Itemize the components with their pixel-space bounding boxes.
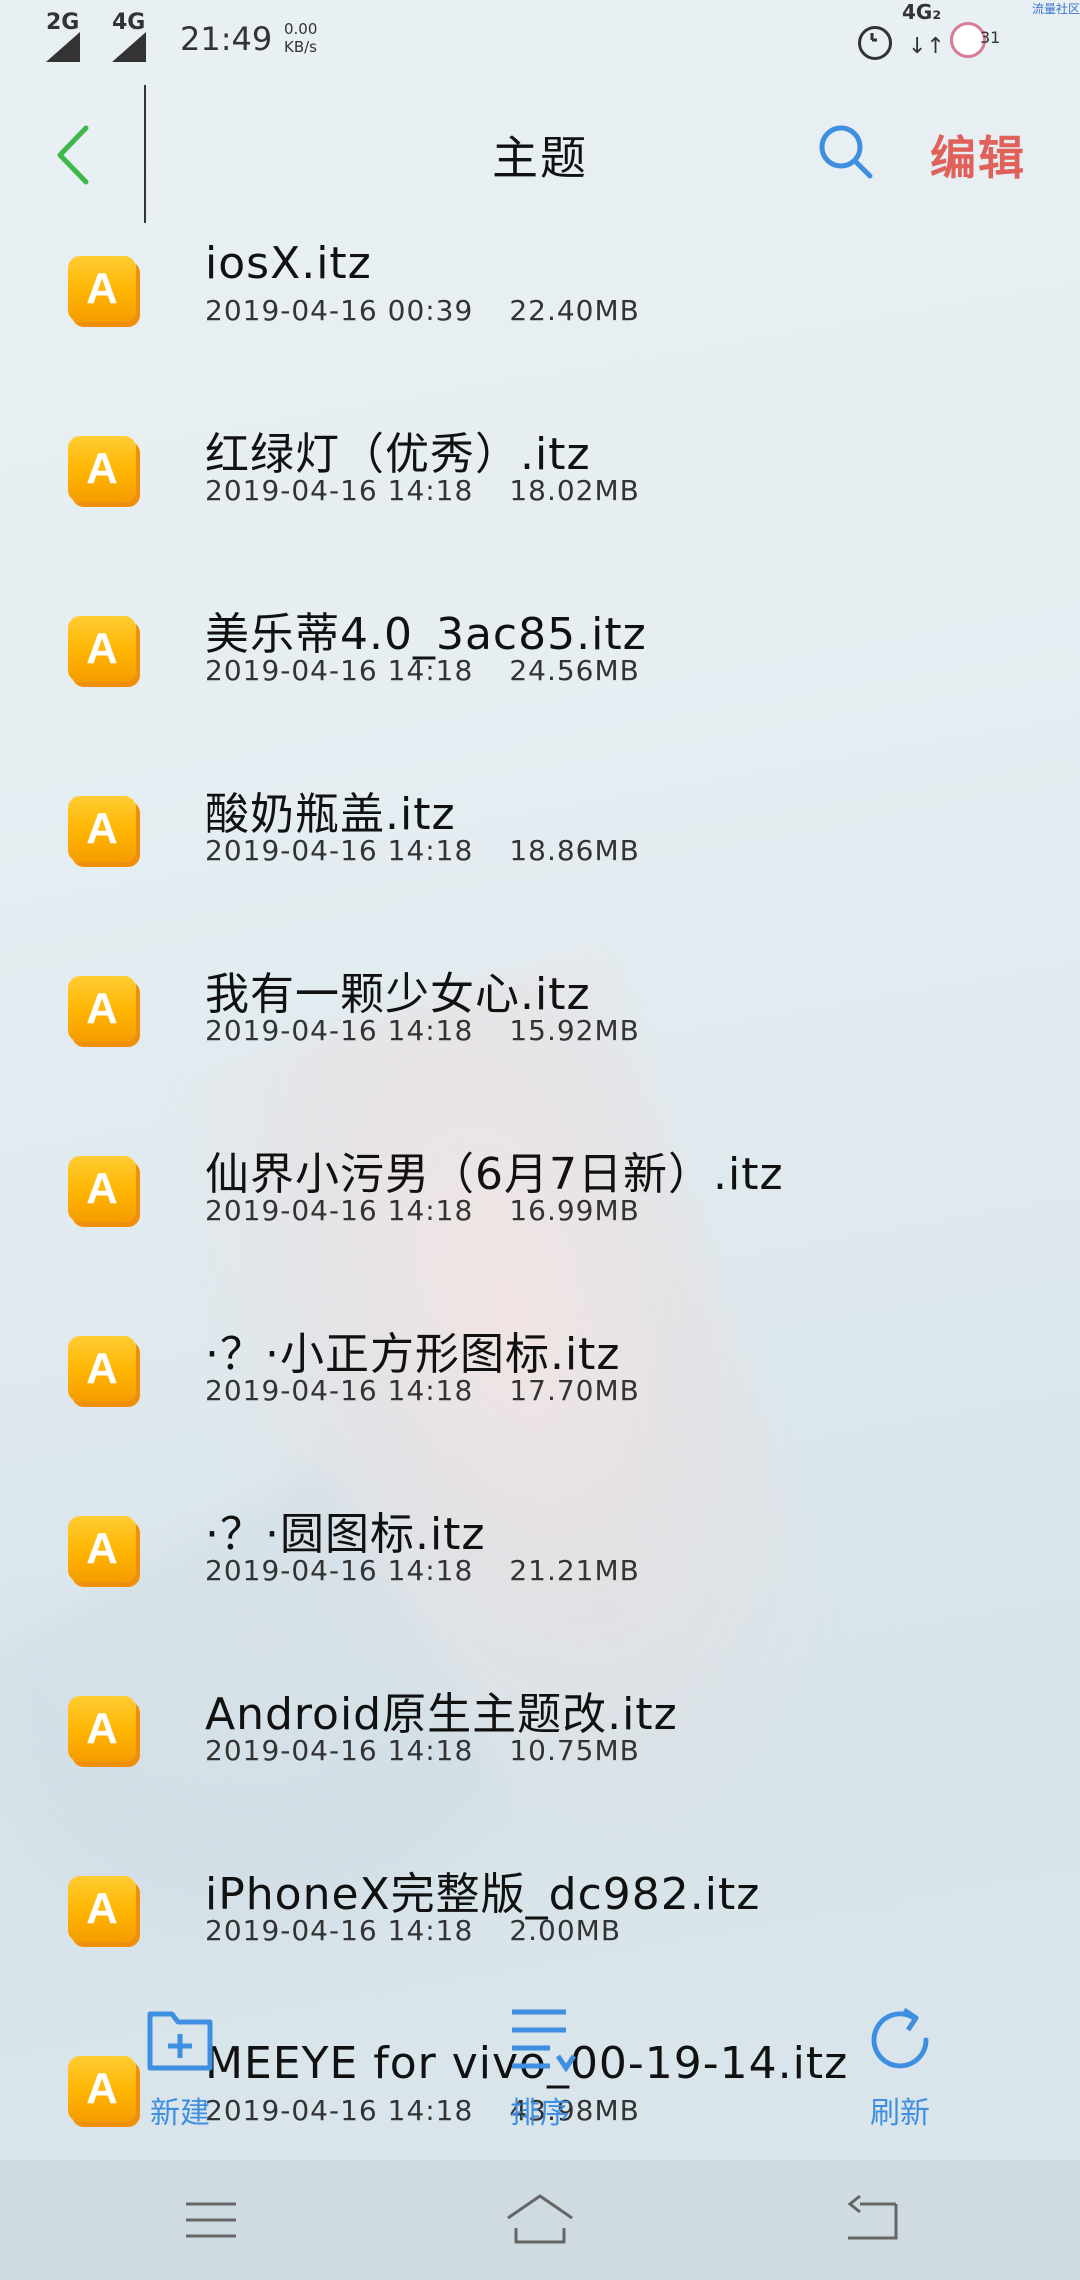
file-size: 18.02MB xyxy=(509,474,640,507)
file-name: 仙界小污男（6月7日新）.itz xyxy=(205,1149,784,1200)
home-button[interactable] xyxy=(500,2190,573,2250)
menu-button[interactable] xyxy=(176,2190,246,2250)
file-size: 2.00MB xyxy=(509,1914,622,1947)
file-name: iPhoneX完整版_dc982.itz xyxy=(205,1869,761,1920)
file-size: 15.92MB xyxy=(509,1014,640,1047)
file-row[interactable]: A ·？·圆图标.itz 2019-04-16 14:18 21.21MB xyxy=(0,1490,1080,1670)
file-row[interactable]: A Android原生主题改.itz 2019-04-16 14:18 10.75… xyxy=(0,1670,1080,1850)
corner-watermark: 流量社区 xyxy=(1031,2,1080,16)
battery-level: 31 xyxy=(980,28,1001,47)
new-label: 新建 xyxy=(150,2096,210,2131)
file-row[interactable]: A 酸奶瓶盖.itz 2019-04-16 14:18 18.86MB xyxy=(0,770,1080,950)
theme-file-icon: A xyxy=(68,256,136,322)
file-meta: 2019-04-16 14:18 24.56MB xyxy=(205,654,640,687)
network-speed: 0.00 KB/s xyxy=(284,20,317,56)
return-icon xyxy=(847,2194,898,2240)
file-date: 2019-04-16 14:18 xyxy=(205,1734,474,1767)
file-meta: 2019-04-16 00:39 22.40MB xyxy=(205,294,640,327)
file-name: 我有一颗少女心.itz xyxy=(205,969,591,1020)
theme-file-icon: A xyxy=(68,1336,136,1402)
file-row[interactable]: A ·？·小正方形图标.itz 2019-04-16 14:18 17.70MB xyxy=(0,1310,1080,1490)
file-date: 2019-04-16 14:18 xyxy=(205,2094,474,2127)
alarm-icon xyxy=(858,26,892,60)
refresh-label: 刷新 xyxy=(870,2096,930,2131)
file-date: 2019-04-16 14:18 xyxy=(205,834,474,867)
menu-icon xyxy=(186,2202,236,2238)
theme-file-icon: A xyxy=(68,436,136,502)
speed-value: 0.00 xyxy=(284,20,318,38)
file-date: 2019-04-16 14:18 xyxy=(205,1914,474,1947)
file-date: 2019-04-16 14:18 xyxy=(205,1194,474,1227)
file-size: 21.21MB xyxy=(509,1554,640,1587)
sim1-signal: 2G xyxy=(46,10,80,62)
file-size: 10.75MB xyxy=(509,1734,640,1767)
file-date: 2019-04-16 14:18 xyxy=(205,1374,474,1407)
navigation-bar xyxy=(0,2160,1080,2280)
edit-button[interactable]: 编辑 xyxy=(930,122,1026,188)
status-time: 21:49 xyxy=(180,20,273,58)
file-meta: 2019-04-16 14:18 15.92MB xyxy=(205,1014,640,1047)
file-meta: 2019-04-16 14:18 21.21MB xyxy=(205,1554,640,1587)
file-date: 2019-04-16 14:18 xyxy=(205,1014,474,1047)
sort-label: 排序 xyxy=(510,2096,570,2131)
status-bar: 2G 4G 21:49 0.00 KB/s 4G₂ ↓↑ 31 流量社区 xyxy=(0,0,1080,80)
battery-indicator: 31 xyxy=(950,22,1024,58)
file-size: 24.56MB xyxy=(509,654,640,687)
file-name: 红绿灯（优秀）.itz xyxy=(205,429,591,480)
file-name: 美乐蒂4.0_3ac85.itz xyxy=(205,609,647,660)
search-button[interactable] xyxy=(814,120,878,184)
file-row[interactable]: A iosX.itz 2019-04-16 00:39 22.40MB xyxy=(0,230,1080,410)
file-row[interactable]: A 红绿灯（优秀）.itz 2019-04-16 14:18 18.02MB xyxy=(0,410,1080,590)
file-meta: 2019-04-16 14:18 18.02MB xyxy=(205,474,640,507)
theme-file-icon: A xyxy=(68,1876,136,1942)
signal-icon xyxy=(112,32,146,62)
theme-file-icon: A xyxy=(68,1516,136,1582)
file-row[interactable]: A 我有一颗少女心.itz 2019-04-16 14:18 15.92MB xyxy=(0,950,1080,1130)
theme-file-icon: A xyxy=(68,796,136,862)
sort-button[interactable]: 排序 xyxy=(480,2000,600,2131)
file-date: 2019-04-16 14:18 xyxy=(205,1554,474,1587)
file-meta: 2019-04-16 14:18 2.00MB xyxy=(205,1914,621,1947)
new-folder-icon xyxy=(147,2011,213,2071)
new-button[interactable]: 新建 xyxy=(120,2000,240,2131)
refresh-icon xyxy=(871,2007,929,2069)
refresh-button[interactable]: 刷新 xyxy=(840,2000,960,2131)
file-meta: 2019-04-16 14:18 17.70MB xyxy=(205,1374,640,1407)
file-date: 2019-04-16 14:18 xyxy=(205,654,474,687)
page-title: 主题 xyxy=(492,131,588,185)
file-row[interactable]: A 美乐蒂4.0_3ac85.itz 2019-04-16 14:18 24.56… xyxy=(0,590,1080,770)
file-date: 2019-04-16 00:39 xyxy=(205,294,474,327)
file-size: 16.99MB xyxy=(509,1194,640,1227)
file-size: 22.40MB xyxy=(509,294,640,327)
file-name: Android原生主题改.itz xyxy=(205,1689,678,1740)
file-size: 18.86MB xyxy=(509,834,640,867)
signal-icon xyxy=(46,32,80,62)
home-icon xyxy=(507,2194,573,2244)
file-name: ·？·小正方形图标.itz xyxy=(205,1329,621,1380)
header: 主题 编辑 xyxy=(0,80,1080,230)
theme-file-icon: A xyxy=(68,616,136,682)
file-size: 17.70MB xyxy=(509,1374,640,1407)
file-meta: 2019-04-16 14:18 16.99MB xyxy=(205,1194,640,1227)
sim2-signal: 4G xyxy=(112,10,146,62)
search-icon xyxy=(819,125,873,179)
data-arrows-icon: ↓↑ xyxy=(908,34,945,59)
theme-file-icon: A xyxy=(68,1156,136,1222)
file-date: 2019-04-16 14:18 xyxy=(205,474,474,507)
return-button[interactable] xyxy=(836,2190,906,2250)
sort-icon xyxy=(512,2009,577,2073)
speed-unit: KB/s xyxy=(284,38,317,56)
file-name: ·？·圆图标.itz xyxy=(205,1509,486,1560)
file-row[interactable]: A 仙界小污男（6月7日新）.itz 2019-04-16 14:18 16.99… xyxy=(0,1130,1080,1310)
network-type: 4G₂ xyxy=(902,0,942,24)
file-meta: 2019-04-16 14:18 18.86MB xyxy=(205,834,640,867)
file-meta: 2019-04-16 14:18 10.75MB xyxy=(205,1734,640,1767)
file-name: 酸奶瓶盖.itz xyxy=(205,789,456,840)
theme-file-icon: A xyxy=(68,1696,136,1762)
file-name: iosX.itz xyxy=(205,238,372,289)
theme-file-icon: A xyxy=(68,976,136,1042)
